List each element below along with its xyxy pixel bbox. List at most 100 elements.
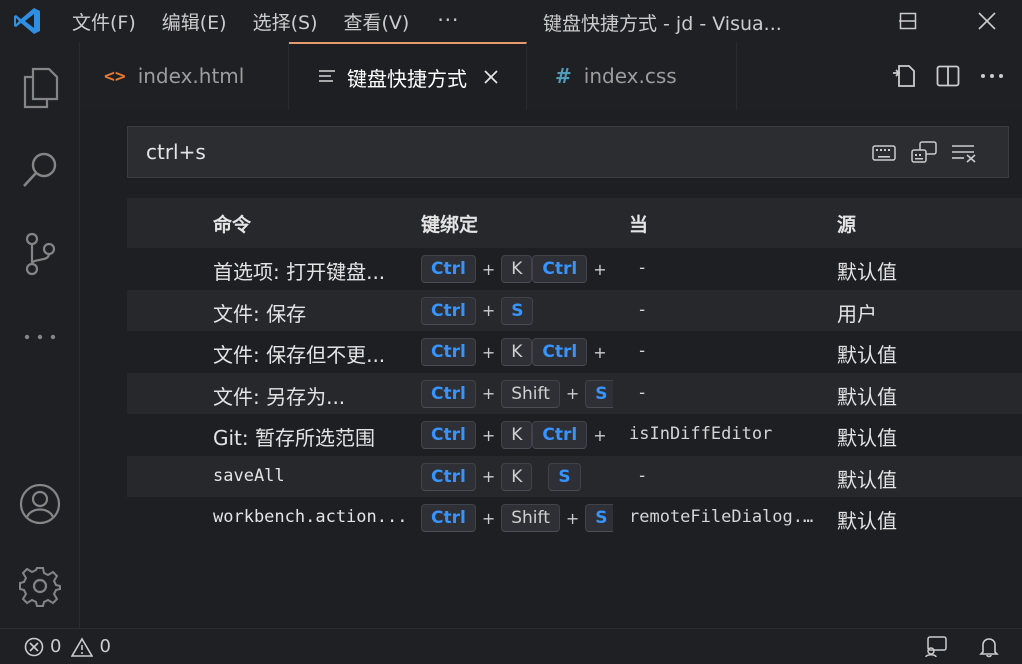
accounts-icon[interactable]: [0, 472, 80, 536]
maximize-button[interactable]: [885, 0, 931, 42]
when-cell: -: [637, 382, 648, 403]
keycap: Ctrl: [421, 255, 476, 283]
tab-label: index.css: [583, 64, 677, 88]
table-row[interactable]: saveAll Ctrl + K S - 默认值: [127, 455, 1022, 497]
table-row[interactable]: 文件: 保存 Ctrl + S - 用户: [127, 289, 1022, 331]
title-bar: 文件(F) 编辑(E) 选择(S) 查看(V) ··· 键盘快捷方式 - jd …: [0, 0, 1022, 42]
warning-count: 0: [99, 636, 111, 657]
menu-bar: 文件(F) 编辑(E) 选择(S) 查看(V) ···: [72, 8, 459, 35]
source-cell: 默认值: [837, 509, 897, 533]
table-row[interactable]: Git: 暂存所选范围 Ctrl+KCtrl+Alt+S isInDiffEdito…: [127, 414, 1022, 456]
column-header-command[interactable]: 命令: [213, 210, 251, 237]
key-plus: +: [593, 425, 607, 445]
split-editor-icon[interactable]: [926, 54, 970, 98]
tab-index-css[interactable]: # index.css: [527, 42, 737, 110]
source-cell: 默认值: [837, 467, 897, 492]
keybinding-cell: Ctrl + S: [421, 296, 613, 326]
key-plus: +: [481, 342, 496, 362]
when-cell: -: [637, 341, 648, 361]
table-row[interactable]: 首选项: 打开键盘... Ctrl+KCtrl+S - 默认值: [127, 248, 1022, 290]
editor-actions: [882, 42, 1022, 110]
warning-icon: [71, 636, 94, 657]
column-header-source[interactable]: 源: [837, 210, 856, 237]
keybinding-cell: Ctrl+KCtrl+Alt+S: [421, 420, 613, 450]
when-cell: -: [637, 465, 648, 486]
menu-view[interactable]: 查看(V): [344, 8, 410, 35]
when-cell: isInDiffEditor: [629, 424, 773, 444]
more-actions-icon[interactable]: [970, 54, 1014, 98]
command-cell: 首选项: 打开键盘...: [213, 260, 386, 284]
keybindings-icon: [319, 67, 335, 88]
keybindings-search-input[interactable]: [146, 140, 846, 164]
command-cell: workbench.action...: [213, 507, 408, 527]
vscode-logo-icon: [6, 0, 48, 42]
keycap: K: [501, 421, 533, 449]
menu-edit[interactable]: 编辑(E): [162, 8, 227, 35]
css-file-icon: #: [555, 64, 572, 88]
search-tools: [870, 127, 978, 179]
command-cell: 文件: 保存: [213, 301, 307, 326]
keycap: Ctrl: [532, 338, 588, 366]
tab-label: index.html: [137, 64, 245, 88]
key-plus: +: [481, 425, 496, 445]
explorer-icon[interactable]: [0, 56, 80, 120]
key-plus: +: [565, 508, 580, 528]
keycap: Shift: [501, 504, 560, 532]
keycap: Ctrl: [532, 421, 588, 449]
keycap: Ctrl: [421, 338, 476, 366]
tab-label: 键盘快捷方式: [347, 66, 467, 91]
key-plus: +: [593, 342, 607, 362]
close-tab-icon[interactable]: [483, 69, 499, 85]
status-bar: 0 0: [0, 628, 1022, 664]
keycap: S: [548, 462, 581, 491]
menu-file[interactable]: 文件(F): [72, 8, 136, 35]
settings-gear-icon[interactable]: [0, 554, 80, 618]
menu-selection[interactable]: 选择(S): [253, 8, 318, 35]
command-cell: Git: 暂存所选范围: [213, 426, 375, 450]
source-cell: 默认值: [837, 384, 897, 409]
keybinding-cell: Ctrl+KCtrl+S: [421, 254, 613, 284]
tab-index-html[interactable]: <> index.html: [80, 42, 289, 110]
when-cell: -: [637, 258, 648, 278]
source-cell: 默认值: [837, 343, 897, 367]
column-header-when[interactable]: 当: [629, 210, 648, 237]
status-right: [924, 629, 1022, 664]
source-control-icon[interactable]: [0, 222, 80, 286]
keycap: Ctrl: [421, 504, 476, 532]
keycap: K: [501, 338, 533, 366]
more-views-icon[interactable]: [0, 305, 80, 369]
source-cell: 用户: [837, 301, 877, 326]
keycap: K: [501, 462, 533, 491]
keycap: Ctrl: [532, 255, 588, 283]
keycap: S: [585, 379, 613, 408]
open-keybindings-json-icon[interactable]: [882, 54, 926, 98]
sort-by-precedence-icon[interactable]: [910, 139, 938, 167]
keybinding-cell: Ctrl + K S: [421, 462, 613, 492]
source-cell: 默认值: [837, 426, 897, 450]
keybindings-table: 命令 键绑定 当 源 首选项: 打开键盘...Ctrl+KCtrl+S-默认值文…: [127, 198, 1022, 539]
html-file-icon: <>: [104, 65, 126, 87]
key-plus: +: [593, 259, 607, 279]
keybindings-search-box: [127, 126, 1009, 178]
error-count: 0: [50, 636, 62, 657]
table-row[interactable]: workbench.action... Ctrl + Shift + SremoteFil…: [127, 497, 1022, 539]
feedback-icon[interactable]: [924, 636, 948, 658]
column-header-keybinding[interactable]: 键绑定: [421, 210, 478, 237]
keycap: K: [501, 255, 533, 283]
window-title: 键盘快捷方式 - jd - Visua...: [543, 13, 782, 35]
clear-search-icon[interactable]: [950, 139, 978, 167]
command-cell: saveAll: [213, 465, 285, 486]
command-cell: 文件: 保存但不更...: [213, 343, 386, 367]
table-row[interactable]: 文件: 保存但不更... Ctrl+KCtrl+Shift+S - 默认值: [127, 331, 1022, 373]
key-plus: +: [565, 384, 580, 403]
close-window-button[interactable]: [964, 0, 1010, 42]
tab-keyboard-shortcuts[interactable]: 键盘快捷方式: [289, 42, 527, 110]
notifications-bell-icon[interactable]: [978, 636, 1000, 658]
keycap: S: [585, 504, 613, 532]
record-keys-icon[interactable]: [870, 139, 898, 167]
search-icon[interactable]: [0, 138, 80, 202]
key-plus: +: [481, 259, 496, 279]
problems-status[interactable]: 0 0: [24, 636, 111, 657]
table-row[interactable]: 文件: 另存为... Ctrl + Shift + S - 默认值: [127, 372, 1022, 414]
menu-more-icon[interactable]: ···: [437, 8, 459, 35]
